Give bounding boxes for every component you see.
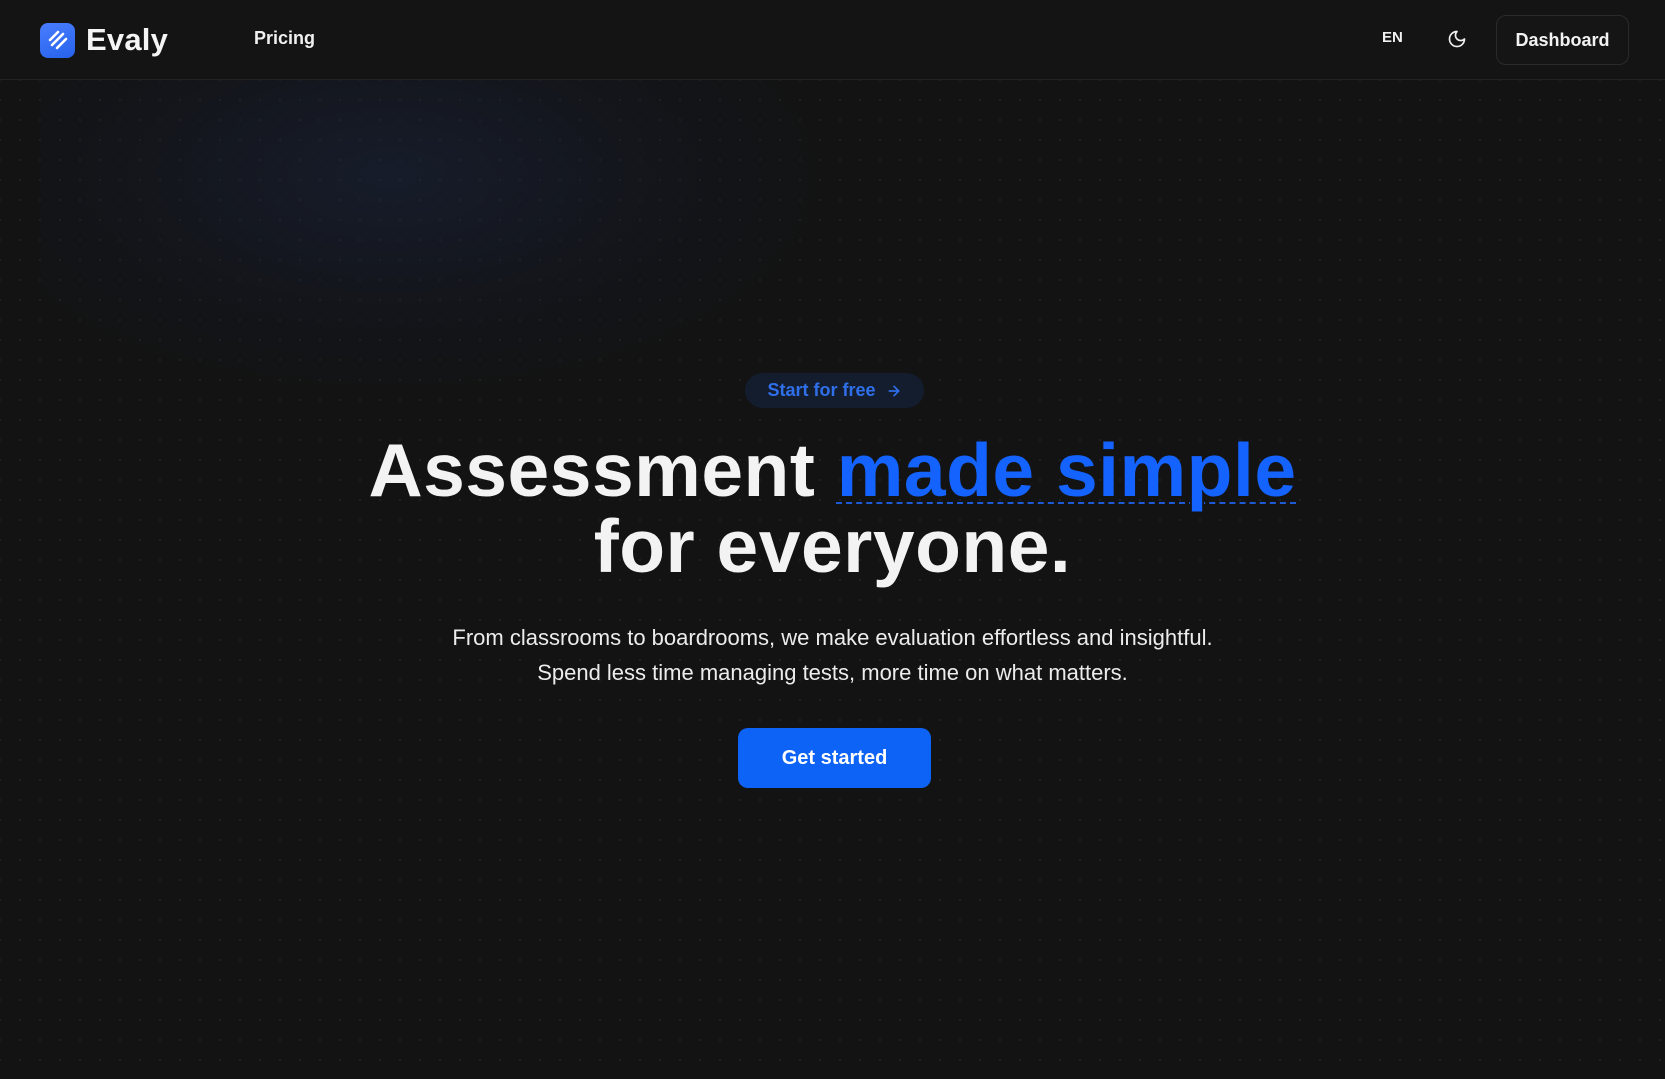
language-selector[interactable]: EN: [1382, 29, 1403, 46]
subtext-line2: Spend less time managing tests, more tim…: [537, 660, 1128, 685]
headline-accent: made simple: [836, 428, 1297, 512]
headline-part2: for everyone.: [593, 504, 1072, 588]
theme-toggle-button[interactable]: [1444, 26, 1470, 52]
evaly-logo-icon: [40, 22, 75, 58]
subtext-line1: From classrooms to boardrooms, we make e…: [452, 625, 1213, 650]
headline-part1: Assessment: [368, 428, 837, 512]
get-started-button[interactable]: Get started: [738, 728, 931, 788]
nav-link-pricing[interactable]: Pricing: [254, 28, 315, 49]
hero-subtext: From classrooms to boardrooms, we make e…: [0, 620, 1665, 690]
landing-page: Evaly Pricing EN Dashboard Start for fre…: [0, 0, 1665, 1079]
hero-headline: Assessment made simple for everyone.: [0, 432, 1665, 584]
logo-link[interactable]: Evaly: [40, 22, 168, 58]
dashboard-button[interactable]: Dashboard: [1496, 15, 1629, 65]
moon-icon: [1448, 30, 1466, 48]
start-for-free-badge[interactable]: Start for free: [745, 373, 924, 408]
badge-label: Start for free: [767, 380, 876, 400]
brand-name: Evaly: [86, 22, 169, 57]
arrow-right-icon: [886, 383, 902, 399]
background-glow: [40, 60, 820, 390]
top-navbar: Evaly Pricing EN Dashboard: [0, 0, 1665, 80]
